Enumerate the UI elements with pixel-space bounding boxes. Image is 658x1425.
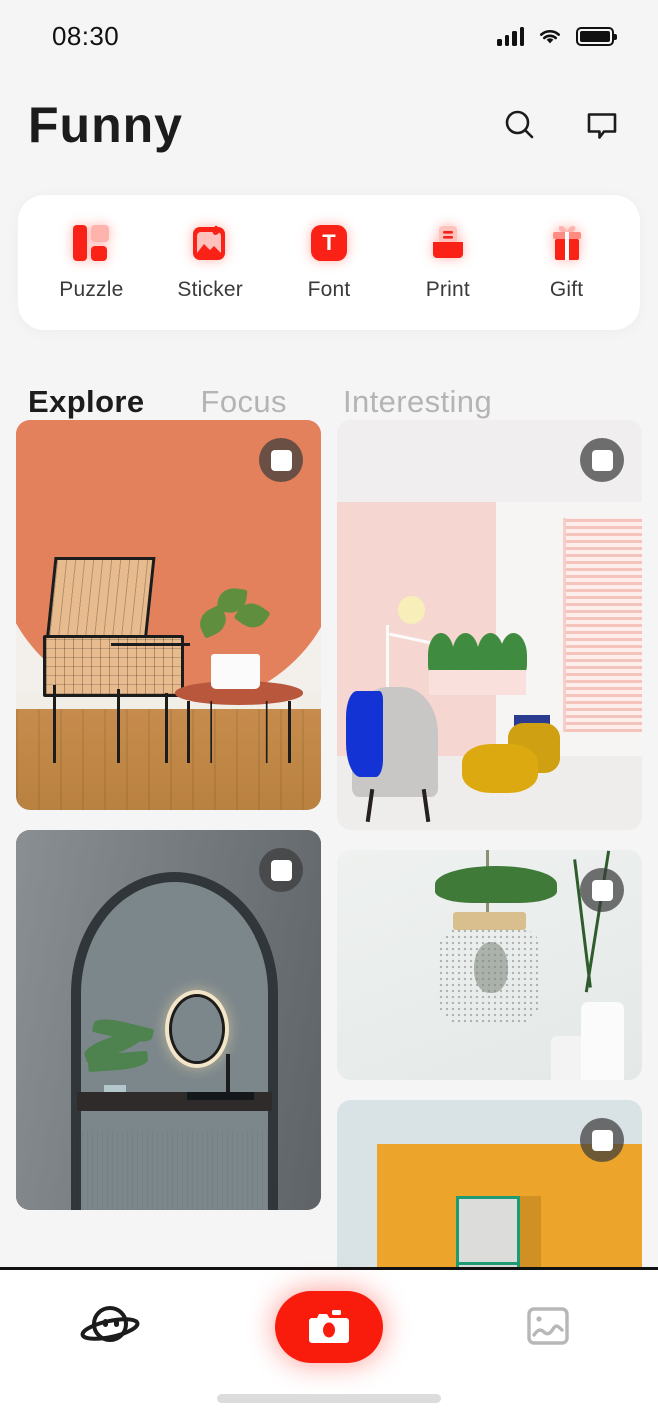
- print-icon: [428, 223, 468, 263]
- camera-shutter-button[interactable]: [274, 1291, 383, 1363]
- page-title: Funny: [28, 96, 183, 153]
- multi-select-icon: [591, 1129, 613, 1151]
- card-select-badge[interactable]: [580, 438, 624, 482]
- quick-action-label: Gift: [549, 278, 584, 301]
- feed-card-grey-arch[interactable]: [16, 830, 321, 1210]
- tab-explore[interactable]: Explore: [28, 384, 201, 438]
- quick-action-puzzle[interactable]: Puzzle: [39, 223, 144, 302]
- nav-gallery-button[interactable]: [493, 1288, 603, 1366]
- status-icons: [497, 26, 617, 46]
- gallery-icon: [527, 1307, 570, 1345]
- quick-actions-card: Puzzle Sticker T Font Print Gift: [18, 195, 640, 330]
- feed-card-green-lamp[interactable]: [337, 850, 642, 1080]
- feed-card-terracotta-chair[interactable]: [16, 420, 321, 810]
- font-icon: T: [309, 223, 349, 263]
- signal-bars-icon: [497, 26, 524, 46]
- camera-icon: [308, 1310, 349, 1343]
- feed-card-pink-room[interactable]: [337, 420, 642, 830]
- quick-action-label: Font: [307, 278, 351, 301]
- quick-action-label: Sticker: [177, 278, 243, 301]
- nav-planet-button[interactable]: [55, 1288, 165, 1366]
- quick-action-font[interactable]: T Font: [276, 223, 381, 302]
- card-select-badge[interactable]: [580, 868, 624, 912]
- search-icon: [505, 110, 534, 138]
- font-icon-glyph: T: [310, 225, 347, 261]
- card-select-badge[interactable]: [259, 438, 303, 482]
- quick-action-label: Print: [425, 278, 470, 301]
- quick-action-label: Puzzle: [59, 278, 124, 301]
- home-indicator: [217, 1394, 441, 1403]
- wifi-icon: [540, 30, 560, 44]
- tab-label: Interesting: [342, 384, 493, 419]
- status-bar: 08:30: [0, 0, 658, 72]
- message-icon: [587, 112, 617, 139]
- message-button[interactable]: [582, 105, 622, 145]
- tab-label: Focus: [200, 384, 287, 419]
- planet-icon: [80, 1306, 140, 1342]
- tab-focus[interactable]: Focus: [201, 384, 343, 420]
- tab-interesting[interactable]: Interesting: [343, 384, 548, 420]
- puzzle-icon: [71, 223, 111, 263]
- feed-tabs: Explore Focus Interesting: [0, 330, 658, 438]
- multi-select-icon: [270, 449, 292, 471]
- app-header: Funny: [0, 72, 658, 177]
- app-screen: 08:30 Funny Puzzle Sticker T Font Print …: [0, 0, 658, 1425]
- bottom-nav: [0, 1267, 658, 1425]
- tab-label: Explore: [28, 384, 145, 419]
- multi-select-icon: [591, 879, 613, 901]
- search-button[interactable]: [500, 105, 540, 145]
- status-time: 08:30: [52, 20, 120, 51]
- card-select-badge[interactable]: [580, 1118, 624, 1162]
- nav-camera-button[interactable]: [274, 1288, 384, 1366]
- card-image: [337, 420, 642, 830]
- quick-action-sticker[interactable]: Sticker: [158, 223, 263, 302]
- quick-action-print[interactable]: Print: [395, 223, 500, 302]
- gift-icon: [547, 223, 587, 263]
- card-select-badge[interactable]: [259, 848, 303, 892]
- battery-full-icon: [576, 26, 617, 46]
- multi-select-icon: [270, 859, 292, 881]
- sticker-icon: [190, 223, 230, 263]
- header-actions: [500, 105, 622, 145]
- quick-action-gift[interactable]: Gift: [514, 223, 619, 302]
- multi-select-icon: [591, 449, 613, 471]
